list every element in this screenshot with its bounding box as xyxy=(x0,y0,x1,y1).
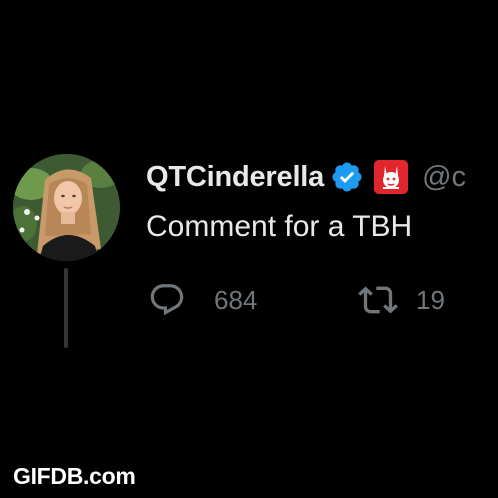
reply-icon xyxy=(150,284,184,316)
retweet-icon xyxy=(358,286,398,314)
tweet-actions: 684 19 xyxy=(148,280,488,320)
user-handle[interactable]: @c xyxy=(422,161,466,194)
verified-badge-icon xyxy=(330,160,364,194)
reply-count: 684 xyxy=(214,284,258,315)
tweet-text: Comment for a TBH xyxy=(146,210,413,243)
affiliate-badge-icon xyxy=(374,160,409,194)
reply-button[interactable]: 684 xyxy=(148,280,257,320)
retweet-button[interactable]: 19 xyxy=(358,280,445,320)
retweet-count: 19 xyxy=(416,284,445,315)
tweet-header: QTCinderella @c xyxy=(146,154,466,200)
avatar[interactable] xyxy=(13,154,120,261)
thread-line xyxy=(64,268,68,348)
avatar-photo xyxy=(13,154,120,261)
tweet-screen: QTCinderella @c Comment for a TBH 684 19… xyxy=(0,0,498,498)
watermark-logo: GIFDB.com xyxy=(13,463,136,489)
display-name[interactable]: QTCinderella xyxy=(146,161,324,194)
